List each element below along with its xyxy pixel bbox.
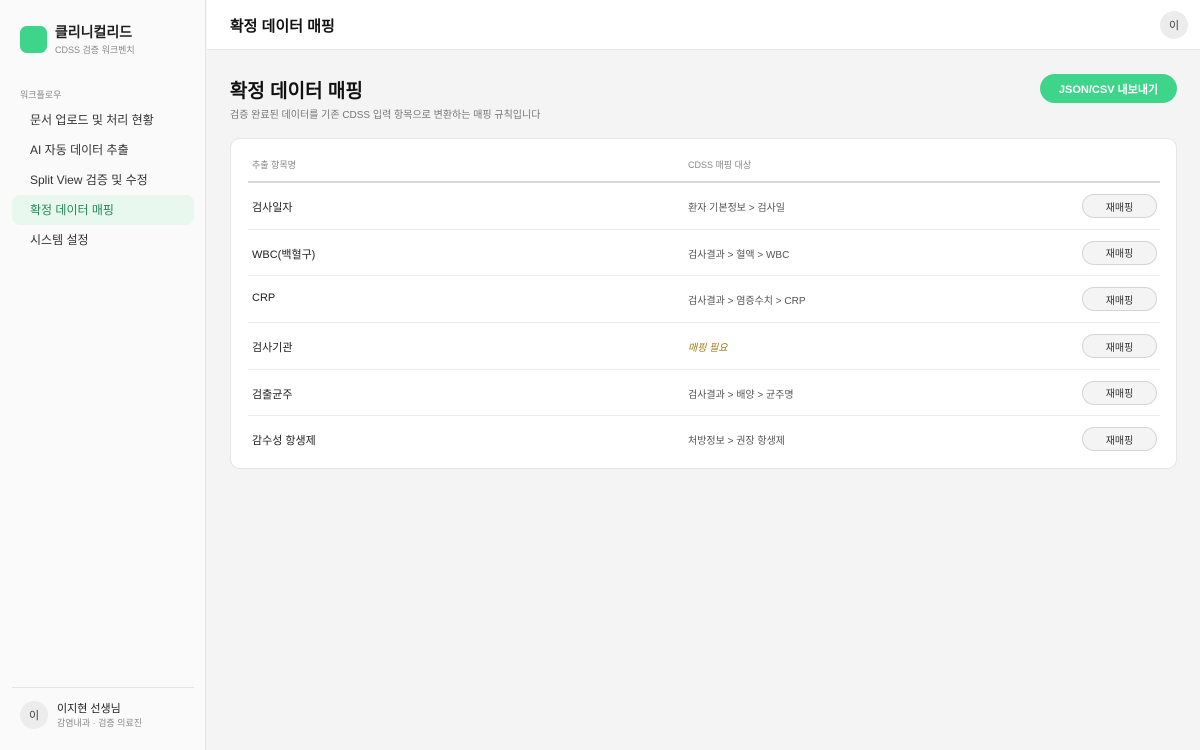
avatar: 이 (20, 701, 48, 729)
item-name: CRP (252, 292, 276, 305)
remap-button[interactable]: 재매핑 (1082, 240, 1157, 265)
item-name: 감수성 항생제 (252, 435, 316, 448)
table-row: 검사일자 환자 기본정보 > 검사일 재매핑 (248, 183, 1160, 230)
remap-button[interactable]: 재매핑 (1082, 334, 1157, 359)
nav-section-label: 워크플로우 (20, 90, 62, 100)
mapping-card: 추출 항목명 CDSS 매핑 대상 검사일자 환자 기본정보 > 검사일 재매핑… (230, 138, 1177, 469)
topbar: 확정 데이터 매핑 이 (207, 0, 1200, 50)
mapping-target: 검사결과 > 염증수치 > CRP (688, 296, 806, 308)
brand-subtitle: CDSS 검증 워크벤치 (55, 45, 135, 55)
user-name: 이지현 선생님 (57, 702, 121, 715)
remap-button[interactable]: 재매핑 (1082, 380, 1157, 405)
column-header-target: CDSS 매핑 대상 (688, 160, 752, 170)
mapping-target: 처방정보 > 권장 항생제 (688, 436, 785, 448)
mapping-target: 검사결과 > 배양 > 균주명 (688, 389, 794, 401)
mapping-table: 추출 항목명 CDSS 매핑 대상 검사일자 환자 기본정보 > 검사일 재매핑… (248, 139, 1160, 463)
table-row: 검사기관 매핑 필요 재매핑 (248, 323, 1160, 370)
mapping-target-missing: 매핑 필요 (688, 343, 728, 355)
sidebar-item-split-view[interactable]: Split View 검증 및 수정 (12, 165, 194, 195)
remap-button[interactable]: 재매핑 (1082, 194, 1157, 218)
topbar-title: 확정 데이터 매핑 (230, 18, 335, 35)
sidebar: 클리니컬리드 CDSS 검증 워크벤치 워크플로우 문서 업로드 및 처리 현황… (0, 0, 206, 750)
sidebar-item-mapping[interactable]: 확정 데이터 매핑 (12, 195, 194, 225)
remap-button[interactable]: 재매핑 (1082, 287, 1157, 312)
table-row: 감수성 항생제 처방정보 > 권장 항생제 재매핑 (248, 416, 1160, 463)
page-description: 검증 완료된 데이터를 기존 CDSS 입력 항목으로 변환하는 매핑 규칙입니… (230, 110, 541, 121)
item-name: WBC(백혈구) (252, 248, 316, 261)
topbar-avatar[interactable]: 이 (1160, 11, 1188, 39)
sidebar-nav: 문서 업로드 및 처리 현황 AI 자동 데이터 추출 Split View 검… (12, 105, 194, 255)
brand-logo-icon (20, 26, 47, 53)
item-name: 검사기관 (252, 342, 293, 355)
column-header-item: 추출 항목명 (252, 160, 296, 170)
brand[interactable]: 클리니컬리드 CDSS 검증 워크벤치 (20, 24, 135, 56)
mapping-target: 검사결과 > 혈액 > WBC (688, 249, 790, 261)
table-row: CRP 검사결과 > 염증수치 > CRP 재매핑 (248, 276, 1160, 324)
table-row: WBC(백혈구) 검사결과 > 혈액 > WBC 재매핑 (248, 230, 1160, 277)
item-name: 검사일자 (252, 202, 293, 214)
sidebar-item-settings[interactable]: 시스템 설정 (12, 225, 194, 255)
export-button[interactable]: JSON/CSV 내보내기 (1040, 74, 1177, 103)
mapping-target: 환자 기본정보 > 검사일 (688, 203, 785, 214)
sidebar-item-ai-extraction[interactable]: AI 자동 데이터 추출 (12, 135, 194, 165)
item-name: 검출균주 (252, 388, 293, 401)
brand-name: 클리니컬리드 (55, 24, 133, 40)
page-title: 확정 데이터 매핑 (230, 81, 363, 102)
table-row: 검출균주 검사결과 > 배양 > 균주명 재매핑 (248, 370, 1160, 417)
user-profile[interactable]: 이 이지현 선생님 감염내과 · 검증 의료진 (12, 687, 194, 729)
sidebar-item-upload[interactable]: 문서 업로드 및 처리 현황 (12, 105, 194, 135)
user-role: 감염내과 · 검증 의료진 (57, 717, 143, 728)
remap-button[interactable]: 재매핑 (1082, 427, 1157, 452)
table-header: 추출 항목명 CDSS 매핑 대상 (248, 139, 1160, 183)
